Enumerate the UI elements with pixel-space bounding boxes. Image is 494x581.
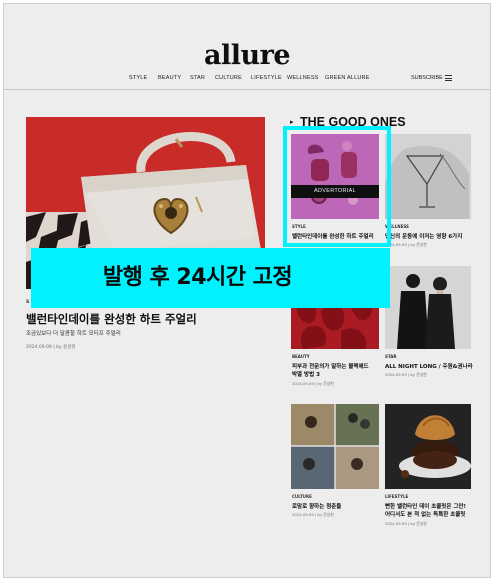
allure-home-page: allure STYLE BEAUTY STAR CULTURE LIFESTY… (4, 4, 490, 577)
cocktail-photo (385, 134, 471, 219)
card-title[interactable]: 로맘로 향하는 청춘들 (292, 502, 341, 510)
nav-culture[interactable]: CULTURE (215, 75, 242, 81)
card-meta: 2024.09.09 | by 윤성현 (385, 372, 427, 377)
card-title[interactable]: 뻔한 밸런타인 데이 초콜릿은 그만! (385, 502, 466, 510)
card-meta: 2024.09.09 | by 윤성현 (292, 512, 334, 517)
header-divider (4, 89, 490, 90)
pinned-card-highlight (283, 126, 391, 247)
subscribe-link[interactable]: SUBSCRIBE (411, 75, 443, 81)
card-category: STAR (385, 354, 397, 359)
nav-lifestyle[interactable]: LIFESTYLE (251, 75, 282, 81)
chocolate-croissant-photo (385, 404, 471, 489)
card-title[interactable]: 피부과 전문의가 말하는 블랙헤드 (292, 362, 369, 370)
card-title[interactable]: ALL NIGHT LONG / 주원&권나라 (385, 362, 473, 370)
pinned-banner-text: 발행 후 24시간 고정 (102, 265, 293, 290)
card-image-culture[interactable] (291, 404, 379, 489)
card-category: CULTURE (292, 494, 312, 499)
card-image-chocolate[interactable] (385, 404, 471, 489)
card-image-cocktail[interactable] (385, 134, 471, 219)
card-meta: 2024.09.09 | by 윤성현 (385, 242, 427, 247)
hero-title[interactable]: 밸런타인데이를 완성한 하트 주얼리 (26, 311, 197, 327)
nav-star[interactable]: STAR (190, 75, 205, 81)
nav-beauty[interactable]: BEAUTY (158, 75, 181, 81)
card-meta: 2024.09.09 | by 윤성현 (292, 381, 334, 386)
nav-style[interactable]: STYLE (129, 75, 147, 81)
screenshot-frame: allure STYLE BEAUTY STAR CULTURE LIFESTY… (3, 3, 491, 578)
film-collage-photo (291, 404, 379, 489)
card-title-line2[interactable]: 어디서도 본 적 없는 독특한 초콜릿 (385, 510, 465, 518)
card-meta: 2024.09.09 | by 윤성현 (385, 521, 427, 526)
hero-subtitle: 조금있보다 더 달콤할 하트 모티프 주얼리 (26, 331, 121, 337)
card-title-line2[interactable]: 박멸 방법 3 (292, 370, 320, 378)
section-arrow-icon: ▸ (290, 118, 294, 126)
card-title[interactable]: 당신의 운동에 이저는 영향 6가지 (385, 232, 462, 240)
nav-wellness[interactable]: WELLNESS (287, 75, 319, 81)
couple-photo (385, 266, 471, 349)
card-category: BEAUTY (292, 354, 310, 359)
site-logo[interactable]: allure (4, 40, 490, 71)
hero-meta: 2024.09.09 | by 윤성현 (26, 345, 76, 350)
card-image-star[interactable] (385, 266, 471, 349)
nav-green-allure[interactable]: GREEN ALLURE (325, 75, 370, 81)
hamburger-menu-icon[interactable] (445, 75, 452, 81)
hero-category: S (26, 300, 30, 305)
card-category: LIFESTYLE (385, 494, 409, 499)
